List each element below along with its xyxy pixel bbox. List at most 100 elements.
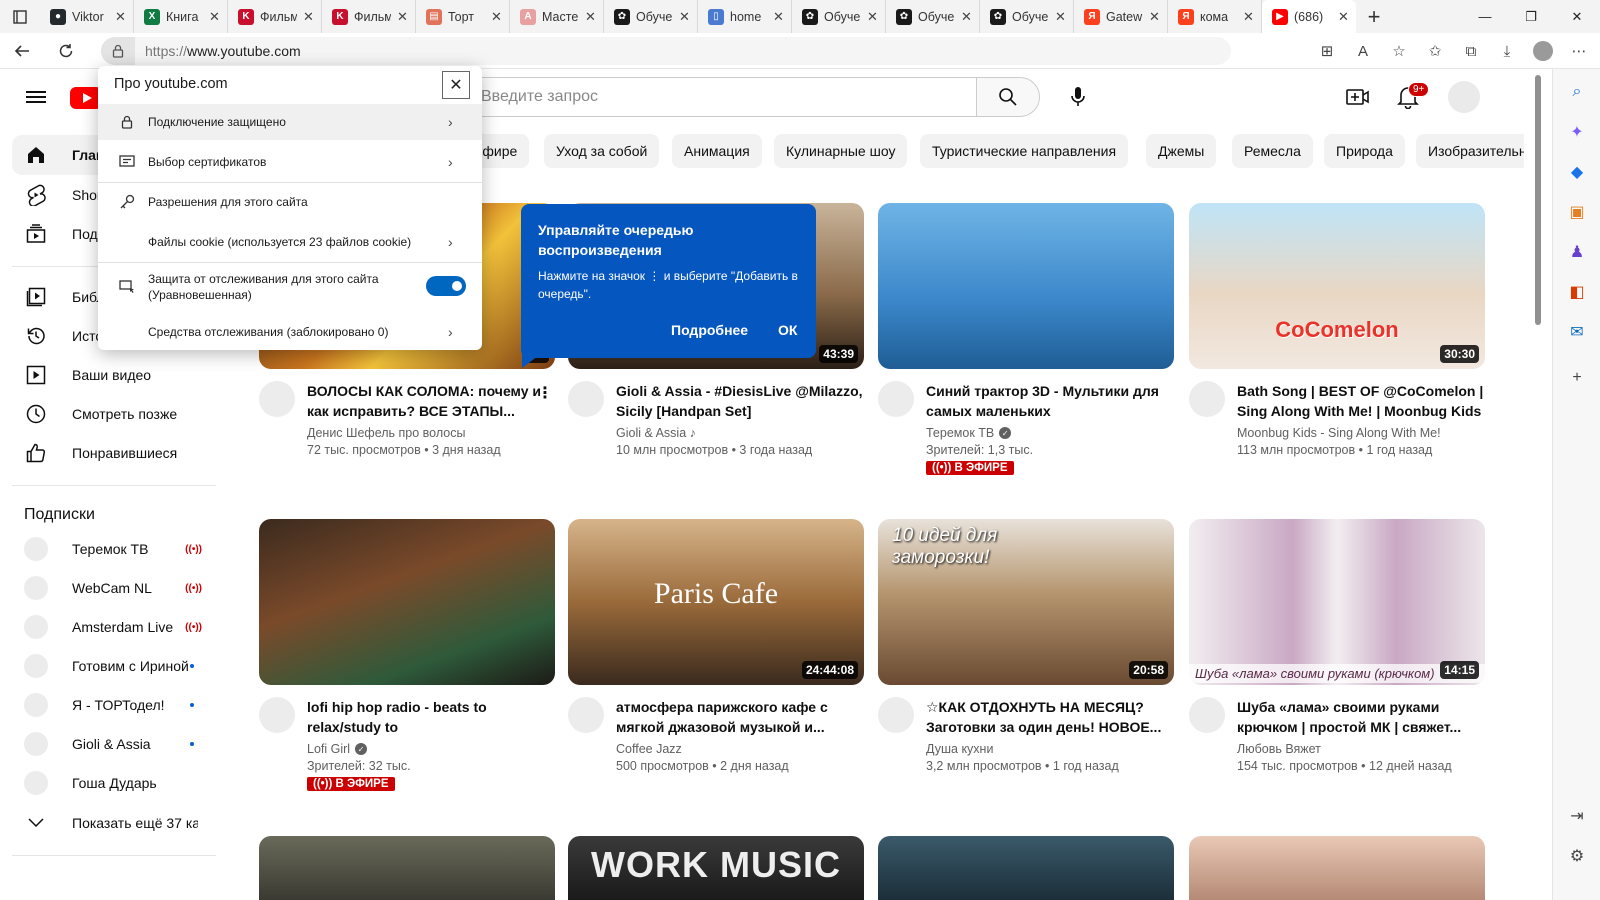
close-tab-icon[interactable]: ✕: [773, 9, 785, 25]
category-chip[interactable]: Туристические направления: [920, 134, 1129, 168]
tracking-prevention-toggle[interactable]: [426, 276, 466, 296]
channel-avatar[interactable]: [878, 697, 914, 733]
video-more-actions-button[interactable]: ⋮: [535, 381, 555, 405]
video-title[interactable]: Синий трактор 3D - Мультики для самых ма…: [926, 381, 1174, 421]
category-chip[interactable]: Кулинарные шоу: [774, 134, 908, 168]
show-more-subscriptions[interactable]: Показать ещё 37 каналов: [12, 803, 216, 843]
channel-avatar[interactable]: [259, 381, 295, 417]
channel-avatar[interactable]: [568, 381, 604, 417]
video-thumbnail[interactable]: Paris Cafe 24:44:08: [568, 519, 864, 685]
subscription-item[interactable]: Готовим с Ириной: [12, 646, 216, 686]
create-button[interactable]: [1345, 85, 1371, 109]
browser-tab[interactable]: ✿ Обуче ✕: [604, 0, 698, 33]
browser-tab[interactable]: ▶ (686) ✕: [1262, 0, 1356, 33]
category-chip[interactable]: Анимация: [672, 134, 762, 168]
close-tab-icon[interactable]: ✕: [1055, 9, 1067, 25]
site-info-close-button[interactable]: ✕: [442, 71, 470, 99]
video-channel[interactable]: Любовь Вяжет: [1237, 742, 1321, 756]
sidebar-settings-icon[interactable]: ⚙: [1566, 845, 1588, 867]
channel-avatar[interactable]: [1189, 697, 1225, 733]
search-button[interactable]: [976, 77, 1040, 117]
close-tab-icon[interactable]: ✕: [115, 9, 127, 25]
video-title[interactable]: атмосфера парижского кафе с мягкой джазо…: [616, 697, 864, 737]
browser-tab[interactable]: ▤ Торт ✕: [416, 0, 510, 33]
browser-tab[interactable]: ● Viktor ✕: [40, 0, 134, 33]
browser-tab[interactable]: Якома ✕: [1168, 0, 1262, 33]
close-window-button[interactable]: ✕: [1554, 0, 1600, 33]
video-thumbnail[interactable]: [1189, 836, 1485, 900]
hide-sidebar-icon[interactable]: ⇥: [1566, 805, 1588, 827]
video-thumbnail[interactable]: CoComelon 30:30: [1189, 203, 1485, 369]
page-scrollbar[interactable]: [1524, 69, 1552, 900]
channel-avatar[interactable]: [1189, 381, 1225, 417]
channel-avatar[interactable]: [878, 381, 914, 417]
close-tab-icon[interactable]: ✕: [209, 9, 221, 25]
video-thumbnail[interactable]: [878, 836, 1174, 900]
scrollbar-thumb[interactable]: [1535, 75, 1541, 325]
profile-icon[interactable]: [1532, 40, 1554, 62]
add-favorite-icon[interactable]: ☆: [1388, 40, 1410, 62]
browser-tab[interactable]: K Фильм ✕: [322, 0, 416, 33]
category-chip[interactable]: Джемы: [1146, 134, 1217, 168]
account-avatar[interactable]: [1448, 81, 1480, 113]
subscription-item[interactable]: Gioli & Assia: [12, 724, 216, 764]
category-chip[interactable]: Ремесла: [1232, 134, 1313, 168]
address-bar[interactable]: https://www.youtube.com: [101, 37, 1231, 65]
video-thumbnail[interactable]: 10 идей для заморозки! 20:58: [878, 519, 1174, 685]
guide-menu-icon[interactable]: [24, 85, 48, 109]
site-info-row[interactable]: Защита от отслеживания для этого сайта (…: [98, 264, 482, 310]
browser-tab[interactable]: ✿ Обуче ✕: [886, 0, 980, 33]
browser-tab[interactable]: ✿ Обуче ✕: [980, 0, 1074, 33]
close-tab-icon[interactable]: ✕: [1338, 9, 1350, 25]
video-channel[interactable]: Денис Шефель про волосы: [307, 426, 465, 440]
video-title[interactable]: Bath Song | BEST OF @CoComelon | Sing Al…: [1237, 381, 1485, 421]
new-tab-button[interactable]: +: [1356, 0, 1392, 33]
close-tab-icon[interactable]: ✕: [397, 9, 409, 25]
close-tab-icon[interactable]: ✕: [867, 9, 879, 25]
apps-icon[interactable]: ⊞: [1316, 40, 1338, 62]
tab-actions-button[interactable]: [0, 0, 40, 33]
outlook-icon[interactable]: ✉: [1566, 321, 1588, 343]
minimize-button[interactable]: —: [1462, 0, 1508, 33]
channel-avatar[interactable]: [568, 697, 604, 733]
video-thumbnail[interactable]: [259, 836, 555, 900]
reload-button[interactable]: [44, 33, 88, 69]
close-tab-icon[interactable]: ✕: [961, 9, 973, 25]
collections-icon[interactable]: ⧉: [1460, 40, 1482, 62]
close-tab-icon[interactable]: ✕: [585, 9, 597, 25]
close-tab-icon[interactable]: ✕: [679, 9, 691, 25]
close-tab-icon[interactable]: ✕: [1243, 9, 1255, 25]
subscription-item[interactable]: Теремок ТВ ((•)): [12, 529, 216, 569]
video-thumbnail[interactable]: [259, 519, 555, 685]
browser-tab[interactable]: Я Gatew ✕: [1074, 0, 1168, 33]
site-info-row[interactable]: Средства отслеживания (заблокировано 0) ›: [98, 314, 482, 350]
video-channel[interactable]: Душа кухни: [926, 742, 993, 756]
subscription-item[interactable]: Amsterdam Live ((•)): [12, 607, 216, 647]
add-sidebar-app-icon[interactable]: +: [1566, 367, 1588, 389]
browser-tab[interactable]: K Фильм ✕: [228, 0, 322, 33]
downloads-icon[interactable]: ⤓: [1496, 40, 1518, 62]
video-channel[interactable]: Coffee Jazz: [616, 742, 682, 756]
video-title[interactable]: Gioli & Assia - #DiesisLive @Milazzo, Si…: [616, 381, 864, 421]
queue-tooltip-learn-more-button[interactable]: Подробнее: [671, 322, 748, 338]
video-card[interactable]: CoComelon 30:30 Bath Song | BEST OF @CoCom…: [1189, 203, 1485, 491]
video-title[interactable]: ☆КАК ОТДОХНУТЬ НА МЕСЯЦ? Заготовки за од…: [926, 697, 1174, 737]
sidebar-item-your-videos[interactable]: Ваши видео: [12, 355, 216, 395]
video-channel[interactable]: Теремок ТВ: [926, 426, 994, 440]
category-chip[interactable]: Природа: [1324, 134, 1405, 168]
site-info-row[interactable]: Файлы cookie (используется 23 файлов coo…: [98, 224, 482, 260]
shopping-tag-icon[interactable]: ◆: [1566, 161, 1588, 183]
channel-avatar[interactable]: [259, 697, 295, 733]
site-info-row[interactable]: Подключение защищено ›: [98, 104, 482, 140]
browser-tab[interactable]: ▯ home ✕: [698, 0, 792, 33]
copilot-icon[interactable]: ✦: [1566, 121, 1588, 143]
back-button[interactable]: [0, 33, 44, 69]
search-input[interactable]: Введите запрос: [456, 77, 976, 117]
site-info-button[interactable]: [101, 37, 135, 65]
url-text[interactable]: https://www.youtube.com: [145, 43, 301, 59]
browser-tab[interactable]: ✿ Обуче ✕: [792, 0, 886, 33]
sidebar-item-liked[interactable]: Понравившиеся: [12, 433, 216, 473]
video-title[interactable]: lofi hip hop radio - beats to relax/stud…: [307, 697, 555, 737]
tools-icon[interactable]: ▣: [1566, 201, 1588, 223]
subscription-item[interactable]: Гоша Дударь: [12, 763, 216, 803]
